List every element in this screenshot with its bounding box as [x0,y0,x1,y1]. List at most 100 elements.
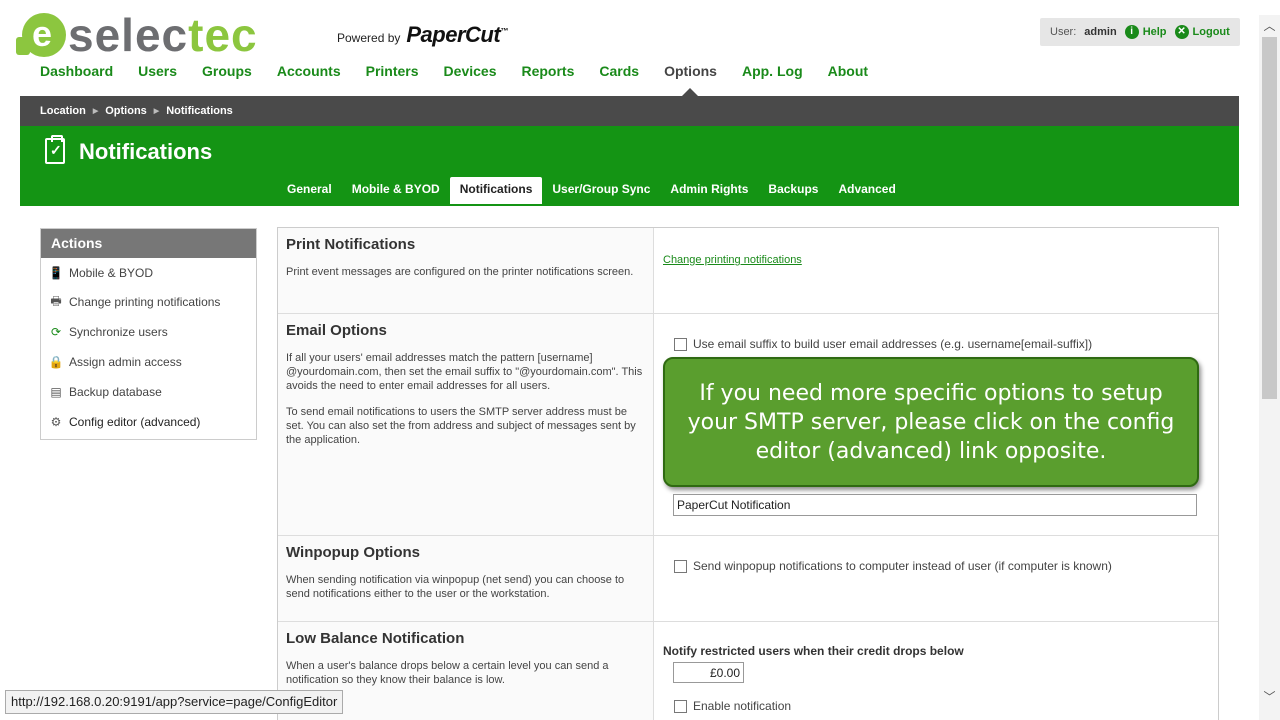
breadcrumb-arrow-icon: ▶ [153,108,160,115]
clipboard-check-icon [45,135,65,164]
tab-general[interactable]: General [277,177,342,204]
scrollbar-thumb[interactable] [1262,37,1277,399]
scroll-down-icon[interactable]: ﹀ [1259,688,1280,705]
action-mobile-byod[interactable]: 📱 Mobile & BYOD [41,258,256,287]
breadcrumb-location[interactable]: Location [40,105,86,117]
winpopup-label: Send winpopup notifications to computer … [693,559,1112,573]
section-desc: When sending notification via winpopup (… [286,574,625,600]
nav-reports[interactable]: Reports [521,63,574,79]
email-suffix-checkbox[interactable] [674,337,687,351]
logout-link[interactable]: ✕ Logout [1174,25,1230,39]
actions-list: 📱 Mobile & BYOD 🖶 Change printing notifica… [41,258,256,437]
info-icon: i [1124,25,1139,39]
nav-dashboard[interactable]: Dashboard [40,63,113,79]
breadcrumb-arrow-icon: ▶ [92,108,99,115]
email-options-desc: Email Options If all your users' email a… [278,314,654,535]
status-bar-url: http://192.168.0.20:9191/app?service=pag… [5,690,344,714]
callout-text: If you need more specific options to set… [687,380,1175,464]
help-link[interactable]: i Help [1124,25,1167,39]
page: selectec Powered by PaperCut™ User: admi… [0,0,1280,720]
scroll-up-icon[interactable]: ︿ [1259,17,1280,34]
email-suffix-label: Use email suffix to build user email add… [693,337,1093,351]
breadcrumb-options[interactable]: Options [105,105,147,117]
tab-mobile-byod[interactable]: Mobile & BYOD [342,177,450,204]
nav-about[interactable]: About [828,63,868,79]
enable-notification-checkbox[interactable] [674,699,687,713]
change-printing-notifications-link[interactable]: Change printing notifications [663,254,802,266]
section-desc: Print event messages are configured on t… [286,266,634,278]
user-name: admin [1084,26,1117,38]
print-notifications-controls: Change printing notifications [654,228,1218,313]
powered-by-label: Powered by [337,31,401,45]
tab-advanced[interactable]: Advanced [828,177,905,204]
action-label: Assign admin access [69,355,182,369]
lightbulb-logo-icon [16,13,66,57]
sync-icon: ⟳ [50,325,62,339]
breadcrumb: Location ▶ Options ▶ Notifications [20,96,1239,126]
action-label: Config editor (advanced) [69,415,201,429]
nav-groups[interactable]: Groups [202,63,252,79]
winpopup-options-row: Winpopup Options When sending notificati… [278,536,1218,622]
action-assign-admin-access[interactable]: 🔒 Assign admin access [41,347,256,377]
action-label: Backup database [69,385,162,399]
section-desc: If all your users' email addresses match… [286,352,643,392]
nav-accounts[interactable]: Accounts [277,63,341,79]
section-desc: To send email notifications to users the… [286,406,636,446]
tab-backups[interactable]: Backups [758,177,828,204]
main-nav: Dashboard Users Groups Accounts Printers… [40,63,893,79]
tab-admin-rights[interactable]: Admin Rights [660,177,758,204]
options-tabs: General Mobile & BYOD Notifications User… [277,177,906,204]
print-notifications-desc: Print Notifications Print event messages… [278,228,654,313]
action-change-printing-notifications[interactable]: 🖶 Change printing notifications [41,287,256,317]
nav-options[interactable]: Options [664,63,717,79]
action-backup-database[interactable]: ▤ Backup database [41,377,256,407]
low-balance-controls: Notify restricted users when their credi… [654,622,1218,720]
actions-title: Actions [41,229,256,258]
actions-panel: Actions 📱 Mobile & BYOD 🖶 Change printing … [40,228,257,440]
nav-app-log[interactable]: App. Log [742,63,803,79]
winpopup-checkbox[interactable] [674,559,687,573]
gear-icon: ⚙ [50,415,62,429]
tutorial-callout: If you need more specific options to set… [663,357,1199,487]
user-box: User: admin i Help ✕ Logout [1040,18,1240,46]
winpopup-options-desc: Winpopup Options When sending notificati… [278,536,654,621]
enable-notification-label: Enable notification [693,699,792,713]
tab-notifications[interactable]: Notifications [449,177,543,204]
nav-printers[interactable]: Printers [366,63,419,79]
credit-threshold-input[interactable] [673,662,744,683]
lock-icon: 🔒 [48,355,64,369]
nav-cards[interactable]: Cards [599,63,639,79]
selectec-logo[interactable]: selectec [16,12,258,58]
page-banner: Notifications General Mobile & BYOD Noti… [20,126,1239,206]
logo-text: selectec [68,12,258,58]
logo-text-prefix: selec [68,9,189,61]
enable-notification-option: Enable notification [674,699,791,713]
papercut-brand-name: PaperCut [406,22,501,47]
action-synchronize-users[interactable]: ⟳ Synchronize users [41,317,256,347]
section-desc: When a user's balance drops below a cert… [286,660,609,686]
user-label: User: [1050,26,1077,38]
section-title: Winpopup Options [286,544,420,561]
nav-devices[interactable]: Devices [444,63,497,79]
logout-label: Logout [1192,26,1230,38]
database-icon: ▤ [50,385,62,399]
low-balance-row: Low Balance Notification When a user's b… [278,622,1218,720]
mobile-icon: 📱 [48,265,64,280]
action-label: Mobile & BYOD [69,265,154,280]
section-title: Email Options [286,322,387,339]
action-label: Change printing notifications [69,295,221,309]
email-subject-input[interactable] [673,494,1197,516]
winpopup-option: Send winpopup notifications to computer … [674,559,1209,573]
tab-user-group-sync[interactable]: User/Group Sync [542,177,660,204]
active-nav-indicator [682,88,698,96]
page-title: Notifications [79,139,213,164]
logo-text-suffix: tec [188,9,258,61]
vertical-scrollbar[interactable]: ︿ ﹀ [1259,15,1280,720]
printer-icon: 🖶 [50,293,62,308]
email-suffix-option: Use email suffix to build user email add… [674,337,1209,351]
nav-users[interactable]: Users [138,63,177,79]
section-title: Print Notifications [286,236,416,253]
action-config-editor[interactable]: ⚙ Config editor (advanced) [41,407,256,437]
print-notifications-row: Print Notifications Print event messages… [278,228,1218,314]
close-icon: ✕ [1174,25,1189,39]
